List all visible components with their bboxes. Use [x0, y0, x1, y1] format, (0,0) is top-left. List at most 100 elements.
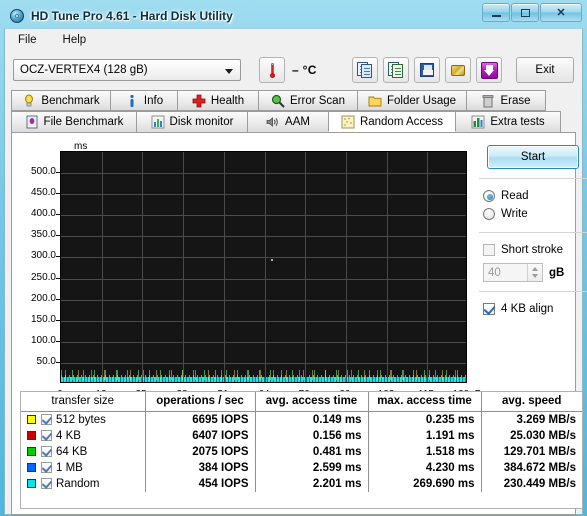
file-benchmark-icon	[25, 115, 39, 129]
short-stroke-size-value: 40	[488, 266, 501, 279]
tab-row-primary: Benchmark Info Health Error Scan Folder …	[11, 90, 576, 111]
series-visibility-checkbox[interactable]	[41, 414, 52, 425]
tab-aam[interactable]: AAM	[247, 111, 329, 132]
menu-item-file[interactable]: File	[13, 32, 42, 48]
divider	[479, 232, 587, 233]
stepper-arrows[interactable]	[527, 264, 542, 281]
checkbox-short-stroke[interactable]: Short stroke	[475, 241, 587, 259]
cell-transfer-size[interactable]: 512 bytes	[21, 411, 146, 428]
maximize-button[interactable]	[511, 3, 539, 22]
series-visibility-checkbox[interactable]	[41, 430, 52, 441]
series-label: 512 bytes	[56, 414, 106, 426]
chart-y-tick-label: 250.0	[30, 271, 56, 283]
copy-spreadsheet-icon	[387, 61, 405, 79]
tab-info-label: Info	[143, 94, 164, 107]
table-row: 64 KB 2075 IOPS 0.481 ms 1.518 ms 129.701 MB…	[21, 444, 582, 460]
short-stroke-size-stepper[interactable]: 40	[483, 263, 543, 282]
copy-document-icon	[356, 61, 374, 79]
cell-transfer-size[interactable]: 64 KB	[21, 444, 146, 460]
speaker-icon	[266, 115, 280, 129]
series-visibility-checkbox[interactable]	[41, 462, 52, 473]
extra-tests-icon	[471, 115, 485, 129]
drive-select-value: OCZ-VERTEX4 (128 gB)	[20, 64, 148, 76]
checkbox-4kb-align[interactable]: 4 KB align	[475, 300, 587, 318]
menu-item-help[interactable]: Help	[58, 32, 92, 48]
series-label: 1 MB	[56, 462, 83, 474]
radio-write[interactable]: Write	[475, 205, 587, 223]
short-stroke-size-row: 40 gB	[475, 263, 587, 282]
close-button[interactable]: ✕	[540, 3, 582, 22]
tab-benchmark[interactable]: Benchmark	[11, 90, 111, 111]
trash-icon	[481, 94, 495, 108]
col-avg-access-time: avg. access time	[255, 392, 369, 412]
copy-to-spreadsheet-button[interactable]	[383, 57, 409, 83]
series-visibility-checkbox[interactable]	[41, 478, 52, 489]
temperature-value: – °C	[292, 63, 317, 77]
chart-y-tick-label: 450.0	[30, 187, 56, 199]
save-button[interactable]	[414, 57, 440, 83]
tab-erase[interactable]: Erase	[466, 90, 546, 111]
cell-transfer-size[interactable]: 1 MB	[21, 460, 146, 476]
tab-file-benchmark[interactable]: File Benchmark	[11, 111, 137, 132]
tab-aam-label: AAM	[285, 116, 310, 128]
cell-max-access-time: 4.230 ms	[368, 460, 482, 476]
cell-avg-speed: 25.030 MB/s	[510, 430, 576, 442]
tab-disk-monitor[interactable]: Disk monitor	[136, 111, 248, 132]
menu-bar: File Help	[5, 29, 582, 50]
cell-max-access-time: 269.690 ms	[368, 476, 482, 492]
cell-transfer-size[interactable]: 4 KB	[21, 428, 146, 444]
series-visibility-checkbox[interactable]	[41, 446, 52, 457]
radio-read-label: Read	[501, 190, 529, 202]
col-max-access-time: max. access time	[368, 392, 482, 412]
chart-gridline-horizontal	[61, 341, 466, 343]
radio-write-label: Write	[501, 208, 528, 220]
window-buttons: ✕	[481, 3, 582, 22]
chart-gridline-vertical	[346, 152, 347, 382]
checkbox-4kb-align-indicator	[483, 303, 495, 315]
folder-icon	[368, 94, 382, 108]
toolbar-right-group: Exit	[347, 57, 574, 83]
temperature-button[interactable]	[259, 57, 285, 83]
copy-to-clipboard-button[interactable]	[352, 57, 378, 83]
tab-health[interactable]: Health	[177, 90, 259, 111]
series-label: 64 KB	[56, 446, 88, 458]
magnifier-icon	[271, 94, 285, 108]
gold-coins-icon	[450, 62, 467, 79]
cell-operations-per-sec: 454 IOPS	[145, 476, 256, 492]
cell-avg-access-time: 2.599 ms	[255, 460, 369, 476]
start-button[interactable]: Start	[487, 145, 579, 169]
tab-disk-monitor-label: Disk monitor	[169, 116, 234, 128]
chart-y-tick-label: 350.0	[30, 229, 56, 241]
chart-y-tick-mark	[56, 172, 60, 174]
chart-y-tick-mark	[56, 277, 60, 279]
minimize-button[interactable]	[482, 3, 510, 22]
chart-y-tick-label: 100.0	[30, 334, 56, 346]
drive-select-dropdown[interactable]: OCZ-VERTEX4 (128 gB)	[13, 59, 241, 81]
radio-read[interactable]: Read	[475, 187, 587, 205]
cell-operations-per-sec: 384 IOPS	[145, 460, 256, 476]
info-icon	[125, 94, 139, 108]
chart-gridline-horizontal	[61, 194, 466, 196]
tab-folder-usage-label: Folder Usage	[386, 94, 457, 107]
series-color-swatch	[27, 479, 36, 488]
tab-extra-tests[interactable]: Extra tests	[455, 111, 561, 132]
application-window: HD Tune Pro 4.61 - Hard Disk Utility ✕ F…	[0, 0, 587, 516]
tab-error-scan[interactable]: Error Scan	[258, 90, 358, 111]
options-button[interactable]	[445, 57, 471, 83]
cell-transfer-size[interactable]: Random	[21, 476, 146, 492]
short-stroke-size-unit: gB	[549, 266, 565, 279]
chart-speckles	[61, 370, 466, 380]
chart-gridline-vertical	[142, 152, 143, 382]
chart-gridline-vertical	[265, 152, 266, 382]
download-button[interactable]	[476, 57, 502, 83]
cell-avg-access-time: 2.201 ms	[255, 476, 369, 492]
chart-y-tick-mark	[56, 235, 60, 237]
tab-random-access[interactable]: Random Access	[328, 111, 456, 132]
chevron-down-icon	[225, 69, 233, 74]
tab-folder-usage[interactable]: Folder Usage	[357, 90, 467, 111]
exit-button[interactable]: Exit	[516, 57, 574, 83]
chart-gridline-vertical	[427, 152, 428, 382]
tab-info[interactable]: Info	[110, 90, 178, 111]
chart-outlier-point	[271, 259, 273, 261]
cell-avg-speed: 230.449 MB/s	[503, 478, 576, 490]
